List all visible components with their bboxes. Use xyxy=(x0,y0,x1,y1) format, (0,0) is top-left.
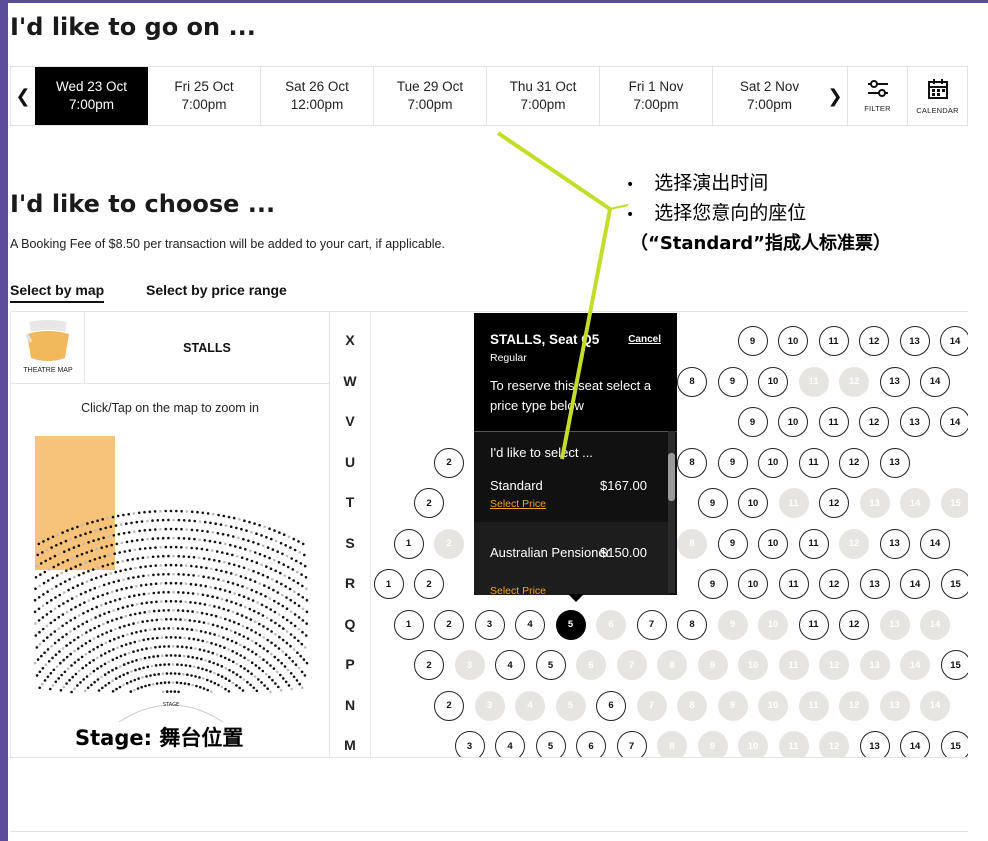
seat-P14: 14 xyxy=(900,650,930,680)
seat-N3: 3 xyxy=(474,690,505,721)
seat-Q5[interactable]: 5 xyxy=(555,609,586,640)
seat-Q4[interactable]: 4 xyxy=(515,609,545,640)
seat-Q10: 10 xyxy=(758,609,788,640)
stage-annotation: Stage: 舞台位置 xyxy=(75,726,244,750)
seat-Q9: 9 xyxy=(717,609,748,640)
seat-N12: 12 xyxy=(839,690,869,721)
seat-N8: 8 xyxy=(677,690,707,721)
seat-M10: 10 xyxy=(738,731,768,757)
seat-Q7[interactable]: 7 xyxy=(636,609,667,640)
seat-N7: 7 xyxy=(636,690,667,721)
annotation-text: 选择您意向的座位 xyxy=(654,202,807,224)
seat-M4[interactable]: 4 xyxy=(495,731,525,757)
mini-seat-dots xyxy=(33,509,309,694)
seat-S8: 8 xyxy=(677,528,707,559)
seat-R15[interactable]: 15 xyxy=(940,569,968,599)
row-label-Q: Q xyxy=(344,615,356,632)
seat-N6[interactable]: 6 xyxy=(596,690,626,721)
seat-N13: 13 xyxy=(879,690,910,721)
seat-P12: 12 xyxy=(819,650,849,680)
seat-Q13: 13 xyxy=(879,609,910,640)
seat-R12[interactable]: 12 xyxy=(819,569,849,599)
annotation-bullet-1: • 选择演出时间 xyxy=(626,172,769,194)
seat-N2[interactable]: 2 xyxy=(434,690,464,721)
row-label-S: S xyxy=(345,534,355,551)
seat-R11[interactable]: 11 xyxy=(778,569,809,599)
seat-R14[interactable]: 14 xyxy=(900,569,930,599)
seat-Q12[interactable]: 12 xyxy=(839,609,869,640)
seat-P11: 11 xyxy=(778,650,809,680)
seat-R13[interactable]: 13 xyxy=(859,569,890,599)
seat-P13: 13 xyxy=(859,650,890,680)
seat-Q2[interactable]: 2 xyxy=(434,609,464,640)
seat-Q8[interactable]: 8 xyxy=(677,609,707,640)
popup-pointer-icon xyxy=(568,594,584,602)
seat-Q14: 14 xyxy=(920,609,950,640)
price-option-name: Australian Pensioner xyxy=(490,545,610,560)
seat-M7[interactable]: 7 xyxy=(616,731,647,757)
seat-P2[interactable]: 2 xyxy=(414,650,444,680)
seat-M11: 11 xyxy=(778,731,809,757)
seat-N9: 9 xyxy=(717,690,748,721)
seat-P5[interactable]: 5 xyxy=(535,650,566,680)
seat-P10: 10 xyxy=(738,650,768,680)
annotation-note: （“Standard”指成人标准票） xyxy=(630,233,891,254)
seat-R2[interactable]: 2 xyxy=(414,569,444,599)
seat-S11[interactable]: 11 xyxy=(798,528,829,559)
select-price-link-pensioner[interactable]: Select Price xyxy=(490,585,546,595)
seat-N14: 14 xyxy=(920,690,950,721)
seat-M15[interactable]: 15 xyxy=(940,731,968,757)
seat-N4: 4 xyxy=(515,690,545,721)
seat-P9: 9 xyxy=(697,650,728,680)
seat-M12: 12 xyxy=(819,731,849,757)
seat-M5[interactable]: 5 xyxy=(535,731,566,757)
seat-P3: 3 xyxy=(454,650,485,680)
seat-S2: 2 xyxy=(434,528,464,559)
seat-M6[interactable]: 6 xyxy=(576,731,606,757)
price-option-value: $150.00 xyxy=(600,545,647,560)
seat-Q1[interactable]: 1 xyxy=(393,609,424,640)
seat-R1[interactable]: 1 xyxy=(373,569,404,599)
seat-N10: 10 xyxy=(758,690,788,721)
seat-N5: 5 xyxy=(555,690,586,721)
seat-Q6: 6 xyxy=(596,609,626,640)
seat-Q11[interactable]: 11 xyxy=(798,609,829,640)
row-label-N: N xyxy=(344,696,356,713)
seat-M8: 8 xyxy=(657,731,687,757)
seat-S13[interactable]: 13 xyxy=(879,528,910,559)
seat-P4[interactable]: 4 xyxy=(495,650,525,680)
seat-S14[interactable]: 14 xyxy=(920,528,950,559)
seat-P7: 7 xyxy=(616,650,647,680)
annotation-bullet-2: • 选择您意向的座位 xyxy=(626,202,807,224)
seat-P15[interactable]: 15 xyxy=(940,650,968,680)
seat-S1[interactable]: 1 xyxy=(393,528,424,559)
seat-S12: 12 xyxy=(839,528,869,559)
seat-P8: 8 xyxy=(657,650,687,680)
seat-M14[interactable]: 14 xyxy=(900,731,930,757)
annotation-text: 选择演出时间 xyxy=(654,172,769,194)
seat-R10[interactable]: 10 xyxy=(738,569,768,599)
row-label-M: M xyxy=(344,737,356,753)
seat-P6: 6 xyxy=(576,650,606,680)
seat-S10[interactable]: 10 xyxy=(758,528,788,559)
row-label-P: P xyxy=(345,656,355,672)
seat-N11: 11 xyxy=(798,690,829,721)
seat-M3[interactable]: 3 xyxy=(454,731,485,757)
seat-M13[interactable]: 13 xyxy=(859,731,890,757)
seat-Q3[interactable]: 3 xyxy=(474,609,505,640)
row-label-R: R xyxy=(344,575,356,591)
seat-S9[interactable]: 9 xyxy=(717,528,748,559)
seat-M9: 9 xyxy=(697,731,728,757)
booking-page: I'd like to go on ... ❮ Wed 23 Oct 7:00p… xyxy=(8,3,988,841)
seat-R9[interactable]: 9 xyxy=(697,569,728,599)
stage-label: STAGE xyxy=(163,702,179,708)
